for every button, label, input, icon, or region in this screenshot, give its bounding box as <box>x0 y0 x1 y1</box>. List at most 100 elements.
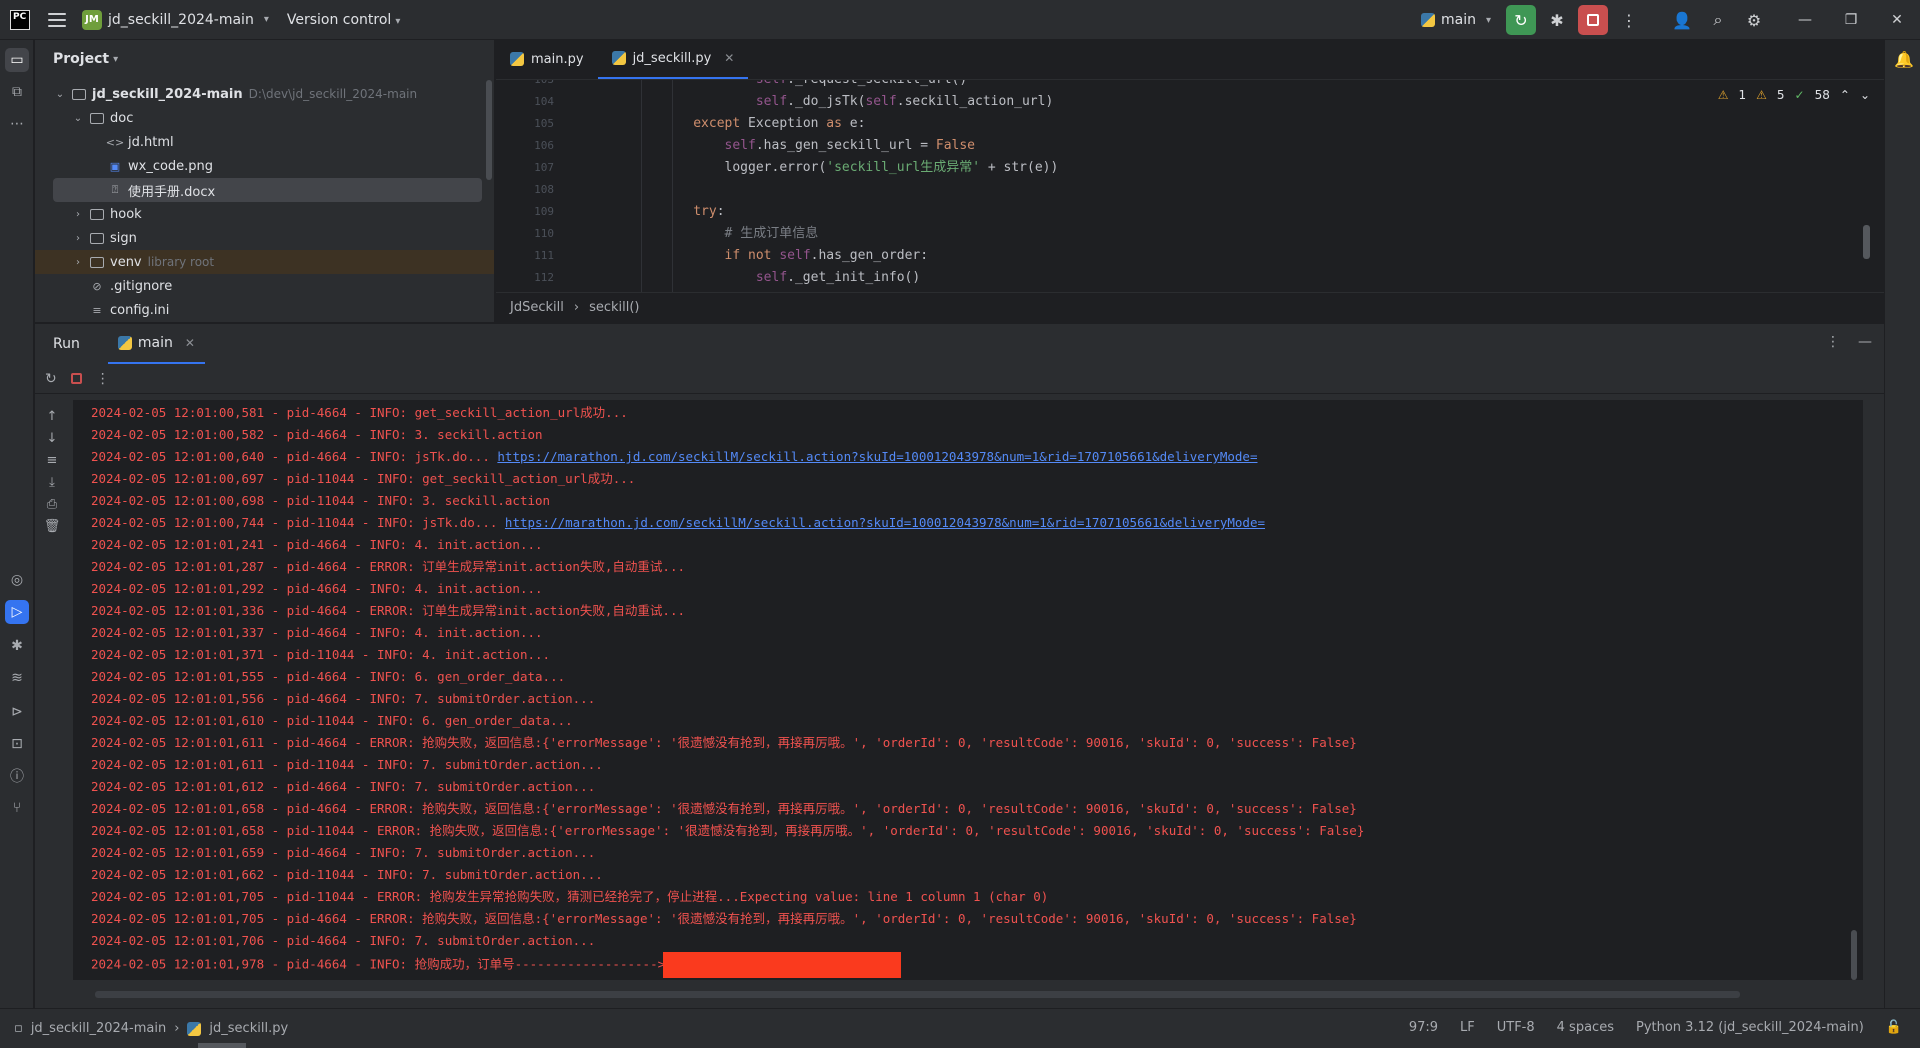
notifications-bell-icon[interactable]: 🔔 <box>1894 50 1914 69</box>
tree-item[interactable]: › sign <box>35 226 494 250</box>
layers-icon[interactable]: ≋ <box>5 666 29 690</box>
tree-item[interactable]: ⊘ .gitignore <box>35 274 494 298</box>
tree-item[interactable]: › venv library root <box>35 250 494 274</box>
breadcrumb-separator-icon: › <box>174 1021 180 1036</box>
log-text: 2024-02-05 12:01:00,697 - pid-11044 - IN… <box>91 471 636 486</box>
project-panel: Project ▾ ⌄ jd_seckill_2024-main D:\dev\jd_… <box>35 40 495 322</box>
log-text: 2024-02-05 12:01:01,658 - pid-4664 - ERR… <box>91 801 1357 816</box>
lock-icon[interactable]: 🔓 <box>1886 1020 1902 1035</box>
arrow-down-icon[interactable]: ↓ <box>35 428 69 450</box>
console-vertical-scrollbar[interactable] <box>1851 930 1857 980</box>
trash-icon[interactable]: 🗑 <box>35 516 69 538</box>
run-tool-window: Run main ✕ ⋮ — ↻ ⋮ ↑ ↓ ≡ ⤓ ⎙ 🗑 2024-02-0… <box>35 324 1884 1008</box>
scroll-to-end-icon[interactable]: ⤓ <box>35 472 69 494</box>
breadcrumb: JdSeckill › seckill() <box>496 292 1884 322</box>
project-switcher[interactable]: JM jd_seckill_2024-main ▾ <box>82 9 269 30</box>
close-icon[interactable]: ✕ <box>185 336 195 350</box>
line-number: 107 <box>534 161 554 174</box>
log-line: 2024-02-05 12:01:01,658 - pid-4664 - ERR… <box>73 798 1863 820</box>
log-link[interactable]: https://marathon.jd.com/seckillM/seckill… <box>505 515 1265 530</box>
line-separator[interactable]: LF <box>1460 1020 1475 1035</box>
structure-icon[interactable]: ⧉ <box>5 80 29 104</box>
indent-setting[interactable]: 4 spaces <box>1557 1020 1614 1035</box>
log-link[interactable]: https://marathon.jd.com/seckillM/seckill… <box>497 449 1257 464</box>
log-text: 2024-02-05 12:01:01,611 - pid-11044 - IN… <box>91 757 603 772</box>
status-project[interactable]: jd_seckill_2024-main <box>31 1021 166 1036</box>
editor-tab[interactable]: main.py <box>496 39 598 79</box>
debug-button[interactable]: ✱ <box>1542 5 1572 35</box>
project-tool-folder-icon[interactable]: ▭ <box>5 48 29 72</box>
breadcrumb-class[interactable]: JdSeckill <box>510 300 564 315</box>
log-text: 2024-02-05 12:01:01,662 - pid-11044 - IN… <box>91 867 603 882</box>
log-line: 2024-02-05 12:01:01,292 - pid-4664 - INF… <box>73 578 1863 600</box>
python-interpreter[interactable]: Python 3.12 (jd_seckill_2024-main) <box>1636 1020 1864 1035</box>
more-tools-icon[interactable]: ⋯ <box>5 112 29 136</box>
chevron-right-icon[interactable]: › <box>71 257 85 268</box>
arrow-up-icon[interactable]: ↑ <box>35 406 69 428</box>
editor-tab[interactable]: jd_seckill.py ✕ <box>597 39 749 79</box>
project-scrollbar[interactable] <box>486 80 492 180</box>
redaction-box <box>663 952 902 978</box>
tree-item[interactable]: ⌄ doc <box>35 106 494 130</box>
tree-item[interactable]: ≡ config.ini <box>35 298 494 322</box>
console-output[interactable]: 2024-02-05 12:01:00,581 - pid-4664 - INF… <box>73 400 1863 980</box>
minimize-window-button[interactable]: — <box>1782 0 1828 40</box>
stop-icon[interactable] <box>70 373 82 384</box>
pycharm-logo-icon[interactable]: PC <box>10 9 30 30</box>
tree-item[interactable]: › hook <box>35 202 494 226</box>
hide-panel-icon[interactable]: — <box>1858 334 1872 350</box>
version-control-menu[interactable]: Version control ▾ <box>287 12 401 28</box>
project-panel-header[interactable]: Project ▾ <box>35 40 494 78</box>
run-tab-main[interactable]: main ✕ <box>107 324 205 364</box>
tree-item[interactable]: ⍰ 使用手册.docx <box>53 178 482 202</box>
project-name: jd_seckill_2024-main <box>108 11 254 28</box>
more-vertical-icon[interactable]: ⋮ <box>1826 334 1840 350</box>
git-icon[interactable]: ⑂ <box>5 796 29 820</box>
image-file-icon: ▣ <box>109 159 121 173</box>
tree-item[interactable]: <> jd.html <box>35 130 494 154</box>
chevron-down-icon: ▾ <box>395 15 401 27</box>
status-file[interactable]: jd_seckill.py <box>209 1021 288 1036</box>
more-vertical-icon[interactable]: ⋮ <box>96 371 110 387</box>
code-with-me-button[interactable]: 👤 <box>1667 5 1697 35</box>
caret-position[interactable]: 97:9 <box>1409 1020 1438 1035</box>
tree-item[interactable]: ⌄ jd_seckill_2024-main D:\dev\jd_seckill_2… <box>35 82 494 106</box>
settings-button[interactable]: ⚙ <box>1739 5 1769 35</box>
restore-icon: ❐ <box>1844 12 1858 28</box>
log-text: 2024-02-05 12:01:01,705 - pid-4664 - ERR… <box>91 911 1357 926</box>
tree-item-label: doc <box>110 110 134 126</box>
breadcrumb-method[interactable]: seckill() <box>589 300 639 315</box>
chevron-right-icon[interactable]: › <box>71 209 85 220</box>
run-tool-icon[interactable]: ▷ <box>5 600 29 624</box>
chevron-right-icon[interactable]: › <box>71 233 85 244</box>
debug-tool-bug-icon[interactable]: ✱ <box>5 634 29 658</box>
services-icon[interactable]: ⊳ <box>5 700 29 724</box>
restore-window-button[interactable]: ❐ <box>1828 0 1874 40</box>
close-icon[interactable]: ✕ <box>724 51 734 65</box>
search-icon: ⌕ <box>1713 10 1723 29</box>
chevron-down-icon[interactable]: ⌄ <box>71 113 85 124</box>
code-text[interactable]: self._request_seckill_url() self._do_jsT… <box>568 80 1824 311</box>
soft-wrap-icon[interactable]: ≡ <box>35 450 69 472</box>
chevron-down-icon[interactable]: ⌄ <box>53 89 67 100</box>
editor-scrollbar[interactable] <box>1863 225 1870 259</box>
main-menu-icon[interactable] <box>48 12 66 27</box>
close-window-button[interactable]: ✕ <box>1874 0 1920 40</box>
unknown-file-icon: ⍰ <box>111 183 119 196</box>
more-actions-button[interactable]: ⋮ <box>1614 5 1644 35</box>
log-line: 2024-02-05 12:01:00,744 - pid-11044 - IN… <box>73 512 1863 534</box>
file-encoding[interactable]: UTF-8 <box>1497 1020 1535 1035</box>
python-icon <box>187 1021 202 1036</box>
stop-button[interactable] <box>1578 5 1608 35</box>
print-icon[interactable]: ⎙ <box>35 494 69 516</box>
console-horizontal-scrollbar[interactable] <box>95 991 1740 998</box>
rerun-button[interactable]: ↻ <box>1506 5 1536 35</box>
rerun-icon[interactable]: ↻ <box>45 371 57 387</box>
run-configuration-selector[interactable]: main ▾ <box>1420 12 1491 28</box>
terminal-icon[interactable]: ⊡ <box>5 732 29 756</box>
python-console-icon[interactable]: ◎ <box>5 568 29 592</box>
tree-item[interactable]: ▣ wx_code.png <box>35 154 494 178</box>
line-number: 112 <box>534 271 554 284</box>
search-everywhere-button[interactable]: ⌕ <box>1703 5 1733 35</box>
problems-icon[interactable]: ⓘ <box>5 764 29 788</box>
